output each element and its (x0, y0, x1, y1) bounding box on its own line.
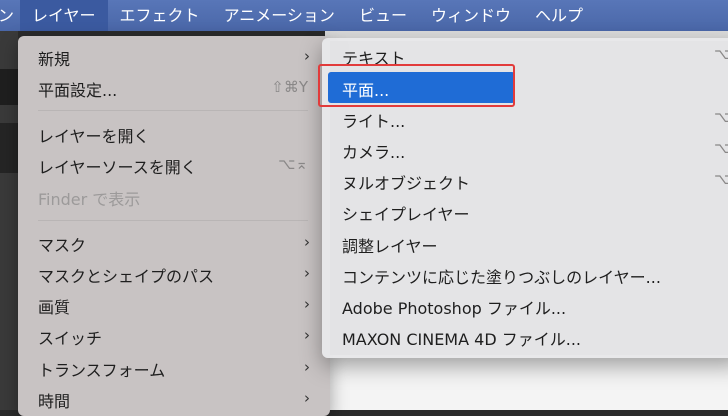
menu-item-label: 平面設定... (38, 81, 118, 100)
submenu-item-shape-layer[interactable]: シェイプレイヤー (322, 196, 728, 227)
menubar-item-animation[interactable]: アニメーション (212, 0, 347, 31)
menubar-item-composition[interactable]: ン (0, 0, 20, 31)
menu-item-label: 画質 (38, 298, 71, 317)
menu-item-new[interactable]: 新規 › (18, 41, 330, 72)
submenu-item-adjustment-layer[interactable]: 調整レイヤー (322, 228, 728, 259)
callout-highlight-box (318, 64, 515, 107)
menu-bar: ン レイヤー エフェクト アニメーション ビュー ウィンドウ ヘルプ (0, 0, 728, 31)
submenu-arrow-icon: › (304, 47, 310, 65)
menu-item-label: シェイプレイヤー (342, 205, 470, 224)
menu-item-label: MAXON CINEMA 4D ファイル... (342, 330, 581, 349)
shortcut-label: ⌥ (714, 139, 728, 157)
submenu-arrow-icon: › (304, 358, 310, 376)
menu-separator (38, 220, 308, 221)
submenu-arrow-icon: › (304, 326, 310, 344)
menu-item-open-layer[interactable]: レイヤーを開く (18, 118, 330, 149)
submenu-arrow-icon: › (304, 264, 310, 282)
menu-item-label: 時間 (38, 392, 71, 411)
menubar-item-effect[interactable]: エフェクト (108, 0, 212, 31)
menu-item-quality[interactable]: 画質 › (18, 289, 330, 320)
menu-item-label: 調整レイヤー (342, 237, 438, 256)
menu-item-time[interactable]: 時間 › (18, 383, 330, 414)
menu-item-open-layer-source[interactable]: レイヤーソースを開く ⌥⌅ (18, 149, 330, 180)
menu-item-label: トランスフォーム (38, 361, 166, 380)
submenu-item-cinema4d-file[interactable]: MAXON CINEMA 4D ファイル... (322, 321, 728, 352)
menu-item-transform[interactable]: トランスフォーム › (18, 352, 330, 383)
menu-item-label: 新規 (38, 50, 71, 69)
submenu-arrow-icon: › (304, 233, 310, 251)
menubar-item-window[interactable]: ウィンドウ (419, 0, 523, 31)
layer-menu: 新規 › 平面設定... ⇧⌘Y レイヤーを開く レイヤーソースを開く ⌥⌅ F… (18, 36, 330, 416)
menu-item-solid-settings[interactable]: 平面設定... ⇧⌘Y (18, 72, 330, 103)
menu-item-label: マスク (38, 236, 87, 255)
shortcut-label: ⌥ (714, 170, 728, 188)
app-toolbar-edge (0, 31, 18, 410)
submenu-arrow-icon: › (304, 295, 310, 313)
menu-item-mask[interactable]: マスク › (18, 227, 330, 258)
submenu-item-camera[interactable]: カメラ... ⌥ (322, 134, 728, 165)
submenu-item-photoshop-file[interactable]: Adobe Photoshop ファイル... (322, 290, 728, 321)
menu-item-label: コンテンツに応じた塗りつぶしのレイヤー... (342, 268, 661, 287)
menu-item-label: Adobe Photoshop ファイル... (342, 299, 567, 318)
app-panel-bottom (330, 355, 728, 410)
menubar-item-view[interactable]: ビュー (347, 0, 419, 31)
submenu-item-content-aware-fill-layer[interactable]: コンテンツに応じた塗りつぶしのレイヤー... (322, 259, 728, 290)
panel-edge (0, 123, 18, 173)
menu-item-label: マスクとシェイプのパス (38, 267, 215, 286)
menu-item-label: レイヤーを開く (38, 127, 150, 146)
menu-item-label: ライト... (342, 112, 406, 131)
menu-item-label: Finder で表示 (38, 190, 141, 209)
pen-tool-icon[interactable] (0, 69, 18, 105)
submenu-arrow-icon: › (304, 389, 310, 407)
shortcut-label: ⇧⌘Y (271, 78, 308, 96)
menu-item-label: カメラ... (342, 143, 406, 162)
menu-item-label: ヌルオブジェクト (342, 174, 471, 193)
menu-item-label: スイッチ (38, 329, 103, 348)
shortcut-label: ⌥ (714, 108, 728, 126)
menu-item-switches[interactable]: スイッチ › (18, 320, 330, 351)
shortcut-label: ⌥⌅ (278, 155, 308, 173)
menu-item-mask-shape-path[interactable]: マスクとシェイプのパス › (18, 258, 330, 289)
shortcut-label: ⌥ (714, 45, 728, 63)
menu-separator (38, 110, 308, 111)
submenu-item-null-object[interactable]: ヌルオブジェクト ⌥ (322, 165, 728, 196)
menu-item-label: レイヤーソースを開く (38, 158, 197, 177)
menubar-item-help[interactable]: ヘルプ (523, 0, 595, 31)
menubar-item-layer[interactable]: レイヤー (20, 0, 108, 31)
submenu-item-light[interactable]: ライト... ⌥ (322, 103, 728, 134)
menu-item-reveal-in-finder: Finder で表示 (18, 181, 330, 212)
